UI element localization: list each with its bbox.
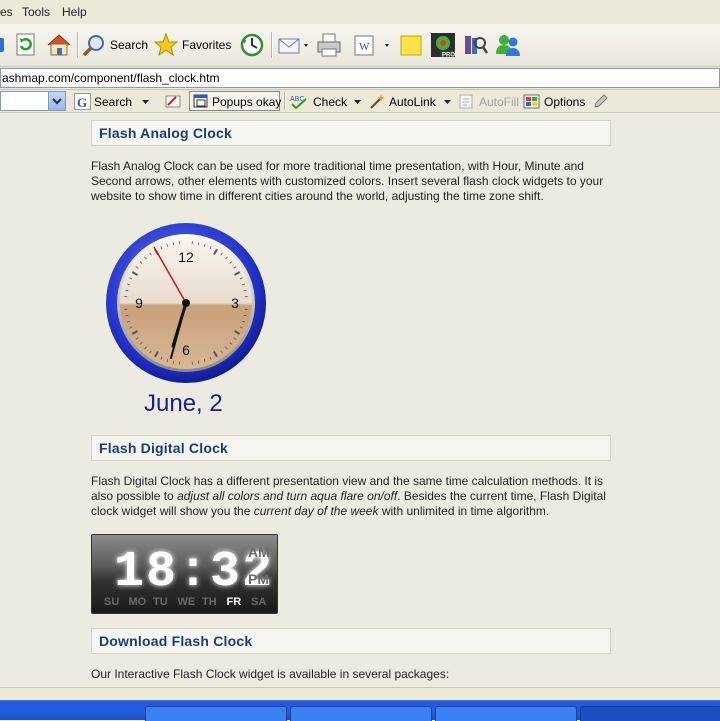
- numeral-6: 6: [182, 342, 190, 358]
- autolink-dropdown[interactable]: [444, 93, 452, 110]
- clock-date: June, 2: [144, 390, 223, 418]
- numeral-9: 9: [135, 295, 143, 311]
- analog-description: Flash Analog Clock can be used for more …: [91, 159, 611, 204]
- highlight-button[interactable]: [592, 93, 608, 110]
- pagerank-button[interactable]: [164, 93, 182, 110]
- print-button[interactable]: [315, 30, 343, 60]
- abc-check-icon: ABC: [290, 93, 310, 110]
- weekday-tu: TU: [153, 596, 168, 608]
- notes-button[interactable]: [399, 30, 425, 60]
- sticky-note-icon: [399, 33, 425, 57]
- search-button[interactable]: Search: [82, 30, 148, 60]
- home-icon: [46, 33, 72, 57]
- numeral-3: 3: [231, 295, 239, 311]
- autofill-button[interactable]: AutoFill: [458, 93, 519, 110]
- research-button[interactable]: [462, 30, 488, 60]
- google-search-button[interactable]: G Search: [74, 93, 132, 110]
- stop-button[interactable]: [0, 30, 6, 60]
- download-description: Our Interactive Flash Clock widget is av…: [91, 667, 611, 682]
- spell-check-button[interactable]: ABC Check: [290, 93, 347, 110]
- download-section-header: Download Flash Clock: [91, 628, 611, 654]
- weekday-we: WE: [178, 596, 196, 608]
- favorites-button[interactable]: Favorites: [154, 30, 231, 60]
- toolbar-separator: [284, 92, 285, 110]
- autolink-button[interactable]: AutoLink: [368, 93, 436, 110]
- weekday-fr: FR: [227, 596, 242, 608]
- weekday-th: TH: [202, 596, 217, 608]
- menu-tools[interactable]: Tools: [22, 5, 50, 19]
- am-indicator: AM: [248, 544, 270, 560]
- taskbar-button[interactable]: [435, 706, 577, 721]
- digital-section-header: Flash Digital Clock: [91, 435, 611, 461]
- star-icon: [154, 33, 178, 57]
- home-button[interactable]: [46, 30, 72, 60]
- books-icon: [462, 32, 488, 58]
- digital-clock[interactable]: 18:32 AM PM SUMOTUWETHFRSA: [91, 534, 278, 614]
- svg-text:W: W: [359, 41, 370, 53]
- dropdown-arrow-icon: [354, 98, 362, 106]
- search-icon: [82, 33, 106, 57]
- digital-section-title: Flash Digital Clock: [99, 440, 228, 456]
- dropdown-arrow-icon: [142, 98, 150, 106]
- word-edit-icon: W: [353, 33, 395, 57]
- google-toolbar: G Search Popups okay ABC Check AutoLink …: [0, 90, 720, 113]
- weekday-sa: SA: [251, 596, 266, 608]
- analog-section-title: Flash Analog Clock: [99, 125, 232, 141]
- mail-button[interactable]: [277, 30, 311, 60]
- refresh-button[interactable]: [14, 30, 38, 60]
- highlighter-icon: [164, 93, 182, 110]
- standard-toolbar: Search Favorites W PRO: [0, 24, 720, 67]
- autofill-icon: [458, 93, 476, 110]
- taskbar-button-active[interactable]: [580, 706, 720, 721]
- options-button[interactable]: Options: [523, 93, 585, 110]
- icq-button[interactable]: PRO: [430, 30, 458, 60]
- popups-label-group: Popups okay: [193, 93, 281, 110]
- messenger-button[interactable]: [494, 30, 522, 60]
- windows-taskbar: [0, 700, 720, 720]
- search-dropdown[interactable]: [142, 93, 150, 110]
- mail-icon: [277, 33, 311, 57]
- clock-center: [182, 299, 190, 307]
- svg-text:G: G: [77, 95, 87, 110]
- magic-wand-icon: [368, 93, 386, 110]
- history-icon: [239, 32, 265, 58]
- svg-text:PRO: PRO: [442, 53, 455, 59]
- menu-help[interactable]: Help: [62, 5, 87, 19]
- analog-clock[interactable]: 12 3 6 9: [104, 223, 268, 387]
- icq-pro-icon: PRO: [430, 32, 458, 58]
- address-input[interactable]: ashmap.com/component/flash_clock.htm: [0, 68, 720, 88]
- check-dropdown[interactable]: [354, 93, 362, 110]
- toolbar-separator: [271, 32, 272, 58]
- options-icon: [523, 93, 541, 110]
- download-section-title: Download Flash Clock: [99, 633, 252, 649]
- google-search-input[interactable]: [0, 91, 66, 111]
- printer-icon: [315, 32, 343, 58]
- chevron-down-icon[interactable]: [48, 92, 65, 110]
- address-bar: ashmap.com/component/flash_clock.htm: [0, 67, 720, 90]
- dropdown-arrow-icon: [444, 98, 452, 106]
- digital-description: Flash Digital Clock has a different pres…: [91, 474, 611, 519]
- weekday-mo: MO: [129, 596, 147, 608]
- popup-window-icon: [193, 94, 209, 109]
- stop-icon: [0, 35, 6, 55]
- refresh-icon: [14, 33, 38, 57]
- analog-section-header: Flash Analog Clock: [91, 120, 611, 146]
- toolbar-separator: [77, 32, 78, 58]
- page-content: Flash Analog Clock Flash Analog Clock ca…: [0, 113, 720, 687]
- messenger-icon: [494, 32, 522, 58]
- pm-indicator: PM: [248, 571, 269, 587]
- status-bar: [0, 687, 720, 700]
- taskbar-button[interactable]: [145, 706, 287, 721]
- pencil-icon: [592, 93, 608, 110]
- numeral-12: 12: [178, 249, 194, 265]
- menu-view[interactable]: es: [0, 5, 13, 19]
- taskbar-button[interactable]: [290, 706, 432, 721]
- weekday-su: SU: [104, 596, 119, 608]
- google-g-icon: G: [74, 93, 91, 110]
- edit-button[interactable]: W: [353, 30, 395, 60]
- menu-bar: es Tools Help: [0, 0, 720, 25]
- history-button[interactable]: [239, 30, 265, 60]
